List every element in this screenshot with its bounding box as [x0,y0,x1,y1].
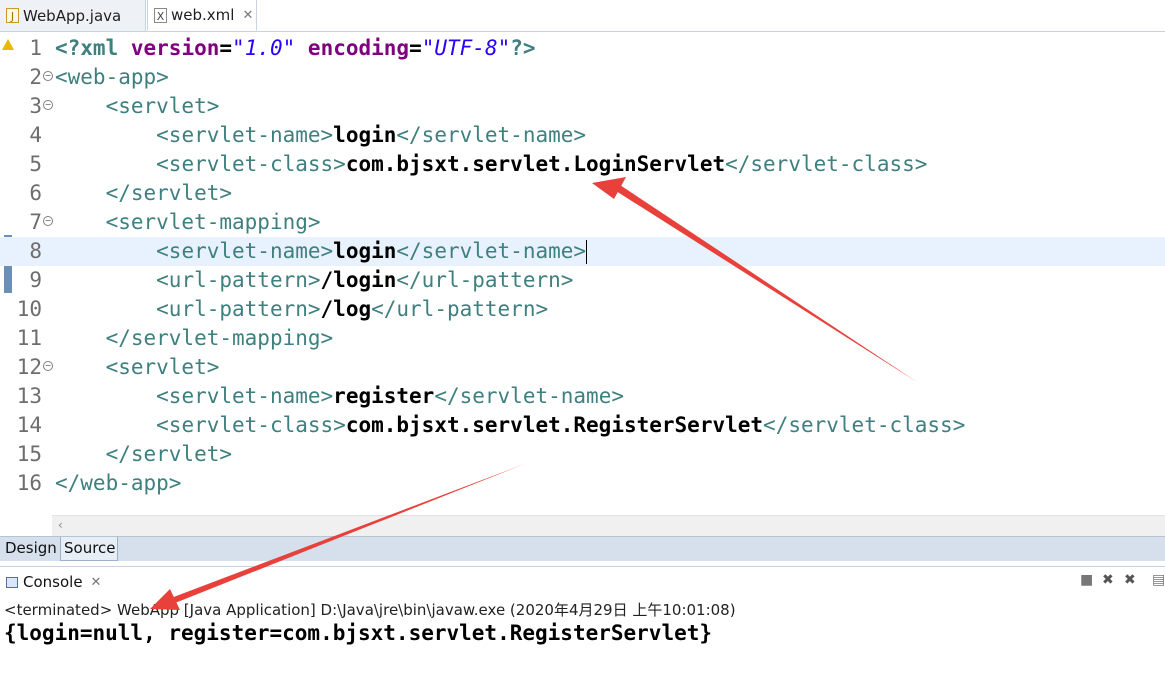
line-number: 1 [29,36,42,60]
line-number: 9 [29,268,42,292]
code-line[interactable]: 16 </web-app> [0,469,1165,498]
tab-console[interactable]: Console ✕ [0,567,101,597]
code-text: <servlet> [105,94,220,118]
code-line[interactable]: 12− <servlet> [0,353,1165,382]
line-number: 16 [16,471,42,495]
tab-source[interactable]: Source [60,537,118,561]
code-line[interactable]: 6 </servlet> [0,179,1165,208]
console-output-area[interactable]: <terminated> WebApp [Java Application] D… [0,597,1165,690]
line-number: 12 [16,355,42,379]
code-text: <servlet-mapping> [105,210,321,234]
code-line[interactable]: 15 </servlet> [0,440,1165,469]
code-text: </servlet> [105,442,233,466]
code-text: <servlet> [105,355,220,379]
code-line[interactable]: 10 <url-pattern>/log</url-pattern> [0,295,1165,324]
code-text: </servlet> [105,181,233,205]
tab-label: WebApp.java [23,6,122,25]
console-view-header: Console ✕ ■ ✖ ✖ ▤ [0,566,1165,597]
clear-console-icon[interactable]: ▤ [1152,572,1165,588]
code-line[interactable]: 5 <servlet-class>com.bjsxt.servlet.Login… [0,150,1165,179]
tab-webapp-java[interactable]: J WebApp.java [0,0,146,31]
line-number: 5 [29,152,42,176]
line-number: 3 [29,94,42,118]
xml-file-icon: X [154,7,167,23]
code-line[interactable]: 4 <servlet-name>login</servlet-name> [0,121,1165,150]
line-number: 7 [29,210,42,234]
fold-toggle-icon[interactable]: − [43,216,53,226]
line-number: 6 [29,181,42,205]
console-icon [6,576,18,588]
code-text: <url-pattern>/log</url-pattern> [156,297,549,321]
code-text: <servlet-name>login</servlet-name> [156,123,587,147]
code-line[interactable]: 9 <url-pattern>/login</url-pattern> [0,266,1165,295]
code-line[interactable]: 3− <servlet> [0,92,1165,121]
horizontal-scrollbar[interactable]: ‹ [52,515,1165,536]
page-tab-bar: Design Source [0,536,1165,561]
line-number: 11 [16,326,42,350]
code-text: <servlet-class>com.bjsxt.servlet.LoginSe… [156,152,928,176]
close-icon[interactable]: ✕ [242,8,253,23]
code-line[interactable]: 11 </servlet-mapping> [0,324,1165,353]
remove-all-terminated-icon[interactable]: ✖ [1124,572,1136,588]
fold-toggle-icon[interactable]: − [43,361,53,371]
xml-editor[interactable]: 1 <?xml version="1.0" encoding="UTF-8"?> 2… [0,32,1165,536]
code-text: <url-pattern>/login</url-pattern> [156,268,574,292]
code-line[interactable]: 13 <servlet-name>register</servlet-name> [0,382,1165,411]
close-icon[interactable]: ✕ [91,575,102,590]
code-text: <servlet-class>com.bjsxt.servlet.Registe… [156,413,966,437]
java-file-icon: J [6,8,19,23]
fold-toggle-icon[interactable]: − [43,100,53,110]
line-number: 14 [16,413,42,437]
code-text: <servlet-name>register</servlet-name> [156,384,624,408]
process-status-label: <terminated> WebApp [Java Application] D… [4,601,736,619]
console-output-text: {login=null, register=com.bjsxt.servlet.… [4,621,713,645]
code-line[interactable]: 14 <servlet-class>com.bjsxt.servlet.Regi… [0,411,1165,440]
code-text: <servlet-name>login</servlet-name> [156,239,588,264]
line-number: 8 [29,239,42,263]
line-number: 10 [16,297,42,321]
code-text: </web-app> [55,471,182,495]
line-number: 4 [29,123,42,147]
code-line[interactable]: 1 <?xml version="1.0" encoding="UTF-8"?> [0,34,1165,63]
code-text: <web-app> [55,65,169,89]
code-line[interactable]: 2− <web-app> [0,63,1165,92]
line-number: 13 [16,384,42,408]
editor-tab-bar: J WebApp.java X web.xml ✕ [0,0,1165,32]
terminate-icon[interactable]: ■ [1080,572,1093,588]
tab-label: web.xml [171,6,235,24]
scroll-left-icon[interactable]: ‹ [58,518,63,532]
console-title: Console [23,573,83,591]
code-line[interactable]: 7− <servlet-mapping> [0,208,1165,237]
code-text: </servlet-mapping> [105,326,334,350]
code-line[interactable]: 8 <servlet-name>login</servlet-name> [0,237,1165,266]
remove-launch-icon[interactable]: ✖ [1102,572,1114,588]
line-number: 15 [16,442,42,466]
fold-toggle-icon[interactable]: − [43,71,53,81]
tab-web-xml[interactable]: X web.xml ✕ [147,0,257,31]
code-text: <?xml version="1.0" encoding="UTF-8"?> [55,36,536,60]
tab-design[interactable]: Design [2,537,60,561]
line-number: 2 [29,65,42,89]
